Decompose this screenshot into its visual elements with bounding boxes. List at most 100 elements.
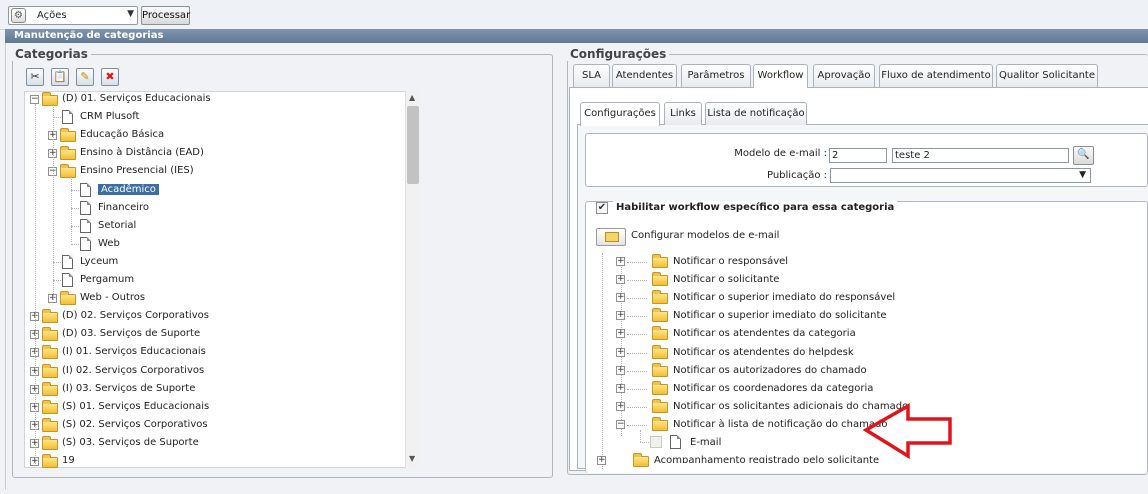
notify-item-label[interactable]: Notificar à lista de notificação do cham… — [673, 416, 887, 434]
tab-aprova-o[interactable]: Aprovação — [813, 64, 875, 87]
workflow-enable-checkbox[interactable]: ✔ — [596, 202, 608, 214]
paste-icon[interactable]: 📋 — [51, 68, 69, 86]
tree-item-label[interactable]: Lyceum — [80, 253, 118, 271]
document-icon — [62, 255, 73, 269]
tree-item-label[interactable]: Acadêmico — [98, 181, 159, 199]
tree-connector — [627, 425, 647, 426]
tree-item-text: Ensino à Distância (EAD) — [80, 147, 204, 158]
notify-item-label[interactable]: Notificar o responsável — [673, 253, 788, 271]
cut-icon[interactable]: ✂ — [26, 68, 44, 86]
tree-expander-icon[interactable]: + — [616, 275, 625, 284]
tab-qualitor-solicitante[interactable]: Qualitor Solicitante — [996, 64, 1098, 87]
tree-item-label[interactable]: 19 — [62, 452, 75, 470]
scroll-down-icon[interactable]: ▼ — [409, 454, 415, 463]
tab-workflow[interactable]: Workflow — [753, 64, 808, 88]
tree-item-label[interactable]: (D) 01. Serviços Educacionais — [62, 90, 211, 108]
tab-sla[interactable]: SLA — [573, 64, 610, 87]
tree-item-text: Setorial — [98, 220, 137, 231]
tree-expander-icon[interactable]: − — [30, 95, 39, 104]
folder-icon — [42, 382, 58, 396]
document-icon — [80, 237, 91, 251]
tree-item-label[interactable]: (S) 02. Serviços Corporativos — [62, 416, 208, 434]
notify-item-label[interactable]: Notificar os coordenadores da categoria — [673, 380, 873, 398]
folder-icon — [652, 290, 668, 304]
annotation-arrow-shape — [862, 402, 952, 460]
tree-item-label[interactable]: Financeiro — [98, 199, 149, 217]
folder-icon — [42, 400, 58, 414]
notify-item-label[interactable]: Notificar o superior imediato do solicit… — [673, 307, 887, 325]
tree-expander-icon[interactable]: + — [616, 293, 625, 302]
tree-item-label[interactable]: Ensino Presencial (IES) — [80, 162, 194, 180]
process-button[interactable]: Processar — [141, 6, 190, 25]
folder-icon — [42, 92, 58, 106]
document-icon — [670, 435, 681, 449]
tree-item-text: Educação Básica — [80, 129, 165, 140]
tree-connector — [627, 371, 647, 372]
subtab-links[interactable]: Links — [664, 102, 702, 125]
tree-connector — [640, 442, 649, 443]
tree-item-label[interactable]: (S) 03. Serviços de Suporte — [62, 434, 199, 452]
notify-item-label[interactable]: Notificar os atendentes da categoria — [673, 325, 856, 343]
window-title: Manutenção de categorias — [5, 29, 1148, 43]
tree-item-label[interactable]: Web — [98, 235, 120, 253]
tree-connector — [627, 280, 647, 281]
tab-par-metros[interactable]: Parâmetros — [681, 64, 751, 87]
gear-icon: ⚙ — [11, 8, 26, 23]
scrollbar-thumb[interactable] — [407, 106, 419, 184]
tree-expander-icon[interactable]: + — [616, 329, 625, 338]
delete-icon[interactable]: ✖ — [101, 68, 119, 86]
email-model-code-field[interactable]: 2 — [829, 148, 887, 163]
folder-icon — [60, 291, 76, 305]
subtab-configura-es[interactable]: Configurações — [580, 102, 660, 126]
tree-expander-icon[interactable]: − — [616, 420, 625, 429]
tree-item-label[interactable]: Educação Básica — [80, 126, 164, 144]
email-model-name-field[interactable]: teste 2 — [892, 148, 1069, 163]
email-child-checkbox[interactable] — [650, 436, 662, 448]
folder-icon — [60, 164, 76, 178]
tree-item-label[interactable]: (D) 02. Serviços Corporativos — [62, 307, 209, 325]
publication-select[interactable]: ▼ — [830, 168, 1091, 183]
search-icon[interactable]: 🔍 — [1073, 146, 1094, 165]
tab-fluxo-de-atendimento[interactable]: Fluxo de atendimento — [879, 64, 993, 87]
tree-guide-line — [53, 104, 54, 300]
notify-item-label[interactable]: Notificar o superior imediato do respons… — [673, 289, 895, 307]
folder-icon — [652, 254, 668, 268]
tree-item-label[interactable]: (I) 03. Serviços de Suporte — [62, 380, 195, 398]
scroll-up-icon[interactable]: ▲ — [409, 93, 415, 102]
tree-item-text: Pergamum — [80, 274, 135, 285]
workflow-enable-label: Habilitar workflow específico para essa … — [613, 201, 898, 215]
folder-icon — [60, 146, 76, 160]
actions-select[interactable]: ⚙ Ações ▼ — [8, 6, 138, 25]
tree-connector — [627, 334, 647, 335]
email-child-label[interactable]: E-mail — [690, 434, 721, 452]
tree-item-label[interactable]: (I) 02. Serviços Corporativos — [62, 362, 204, 380]
edit-icon[interactable]: ✎ — [76, 68, 94, 86]
tree-expander-icon[interactable]: + — [616, 402, 625, 411]
tree-item-label[interactable]: Ensino à Distância (EAD) — [80, 144, 204, 162]
tree-expander-icon[interactable]: + — [616, 348, 625, 357]
tree-connector — [627, 353, 647, 354]
notify-item-label[interactable]: Notificar os atendentes do helpdesk — [673, 344, 854, 362]
tree-item-label[interactable]: (S) 01. Serviços Educacionais — [62, 398, 209, 416]
tree-item-label[interactable]: Web - Outros — [80, 289, 145, 307]
tree-item-label[interactable]: CRM Plusoft — [80, 108, 139, 126]
tree-item-label[interactable]: Setorial — [98, 217, 136, 235]
tab-atendentes[interactable]: Atendentes — [612, 64, 677, 87]
folder-icon — [652, 399, 668, 413]
folder-icon — [42, 327, 58, 341]
notify-item-label[interactable]: Notificar o solicitante — [673, 271, 779, 289]
tree-item-label[interactable]: Pergamum — [80, 271, 134, 289]
tree-expander-icon[interactable]: + — [597, 456, 606, 465]
tree-expander-icon[interactable]: + — [616, 366, 625, 375]
envelope-icon — [605, 232, 619, 242]
tree-item-label[interactable]: (I) 01. Serviços Educacionais — [62, 343, 206, 361]
tree-expander-icon[interactable]: + — [616, 257, 625, 266]
tree-item-text: (I) 02. Serviços Corporativos — [62, 365, 205, 376]
subtab-lista-de-notifica-o[interactable]: Lista de notificação — [705, 102, 807, 125]
tree-expander-icon[interactable]: + — [616, 311, 625, 320]
notify-item-label[interactable]: Acompanhamento registrado pelo solicitan… — [654, 452, 879, 463]
tree-expander-icon[interactable]: + — [616, 384, 625, 393]
tree-item-label[interactable]: (D) 03. Serviços de Suporte — [62, 325, 200, 343]
tree-connector — [627, 316, 647, 317]
notify-item-label[interactable]: Notificar os autorizadores do chamado — [673, 362, 867, 380]
